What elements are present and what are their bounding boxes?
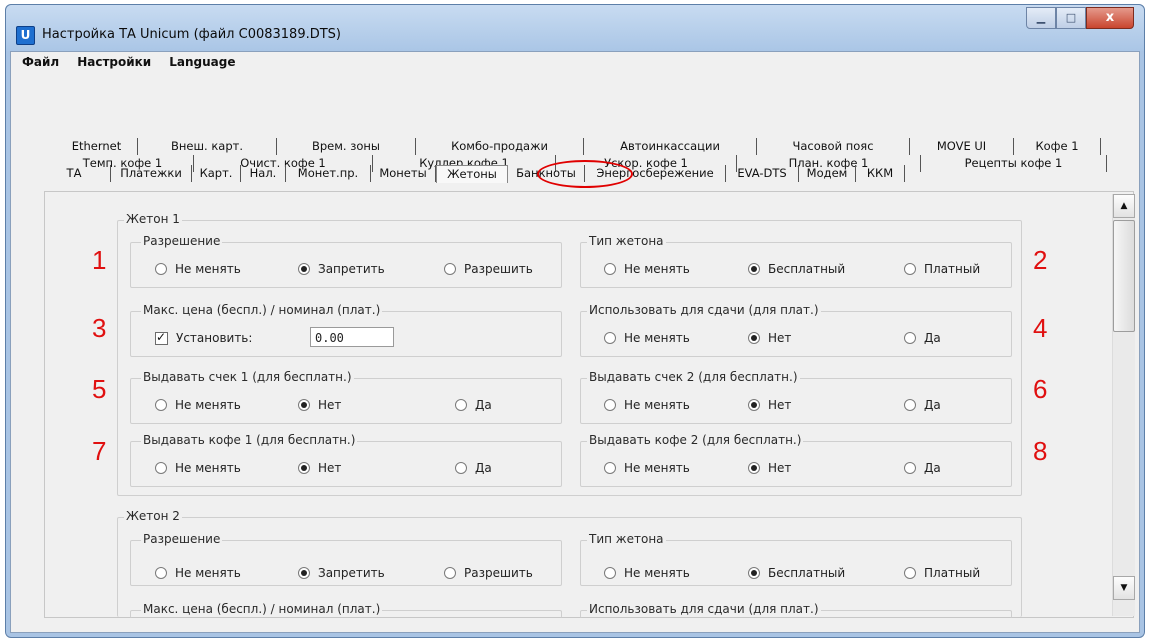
menu-settings[interactable]: Настройки bbox=[66, 52, 158, 74]
type-paid[interactable]: Платный bbox=[904, 262, 980, 276]
coffee2-yes[interactable]: Да bbox=[904, 461, 941, 475]
permission-deny[interactable]: Запретить bbox=[298, 262, 385, 276]
active-tab-highlight bbox=[537, 160, 633, 188]
scroll-down-button[interactable]: ▼ bbox=[1113, 576, 1135, 600]
tab-coffee-1[interactable]: Кофе 1 bbox=[1014, 138, 1101, 155]
annotation-5: 5 bbox=[92, 374, 107, 404]
jeton2-permission-allow[interactable]: Разрешить bbox=[444, 566, 533, 580]
tab-cards[interactable]: Карт. bbox=[192, 165, 241, 182]
permission-label: Разрешение bbox=[141, 234, 223, 248]
price-input[interactable]: 0.00 bbox=[310, 327, 394, 347]
change-no-change[interactable]: Не менять bbox=[604, 331, 690, 345]
window-title: Настройка ТА Unicum (файл C0083189.DTS) bbox=[42, 27, 342, 42]
coffee-1-label: Выдавать кофе 1 (для бесплатн.) bbox=[141, 433, 358, 447]
annotation-2: 2 bbox=[1033, 245, 1048, 275]
tab-ta[interactable]: ТА bbox=[38, 165, 111, 182]
check1-no-change[interactable]: Не менять bbox=[155, 398, 241, 412]
jeton2-max-price-label: Макс. цена (беспл.) / номинал (плат.) bbox=[141, 602, 383, 616]
max-price-label: Макс. цена (беспл.) / номинал (плат.) bbox=[141, 303, 383, 317]
scroll-thumb[interactable] bbox=[1113, 220, 1135, 332]
jeton-1-title: Жетон 1 bbox=[124, 212, 182, 226]
close-button[interactable]: x bbox=[1086, 7, 1134, 29]
check1-yes[interactable]: Да bbox=[455, 398, 492, 412]
jeton2-max-price-group: Макс. цена (беспл.) / номинал (плат.) bbox=[130, 602, 562, 618]
coffee1-yes[interactable]: Да bbox=[455, 461, 492, 475]
tab-ext-cards[interactable]: Внеш. карт. bbox=[138, 138, 277, 155]
coffee2-no-change[interactable]: Не менять bbox=[604, 461, 690, 475]
jeton2-type-free[interactable]: Бесплатный bbox=[748, 566, 845, 580]
tab-move-ui[interactable]: MOVE UI bbox=[910, 138, 1014, 155]
jeton2-permission-deny[interactable]: Запретить bbox=[298, 566, 385, 580]
vertical-scrollbar[interactable]: ▲ ▼ bbox=[1112, 194, 1135, 616]
jeton2-change-label: Использовать для сдачи (для плат.) bbox=[587, 602, 821, 616]
change-yes[interactable]: Да bbox=[904, 331, 941, 345]
permission-allow[interactable]: Разрешить bbox=[444, 262, 533, 276]
tab-timezone[interactable]: Часовой пояс bbox=[757, 138, 910, 155]
coffee2-no[interactable]: Нет bbox=[748, 461, 791, 475]
coffee1-no[interactable]: Нет bbox=[298, 461, 341, 475]
tab-modem[interactable]: Модем bbox=[799, 165, 856, 182]
token-type-label: Тип жетона bbox=[587, 234, 666, 248]
app-icon: U bbox=[16, 26, 35, 45]
check2-no[interactable]: Нет bbox=[748, 398, 791, 412]
tab-row-3: ТА Платежки Карт. Нал. Монет.пр. Монеты … bbox=[38, 165, 905, 183]
tab-tokens[interactable]: Жетоны bbox=[436, 165, 508, 183]
annotation-6: 6 bbox=[1033, 374, 1048, 404]
set-price-checkbox[interactable]: Установить: bbox=[155, 330, 252, 345]
tab-time-zones[interactable]: Врем. зоны bbox=[277, 138, 416, 155]
jeton2-change-group: Использовать для сдачи (для плат.) bbox=[580, 602, 1012, 618]
tab-kkm[interactable]: ККМ bbox=[856, 165, 905, 182]
type-no-change[interactable]: Не менять bbox=[604, 262, 690, 276]
coffee1-no-change[interactable]: Не менять bbox=[155, 461, 241, 475]
jeton2-type-label: Тип жетона bbox=[587, 532, 666, 546]
maximize-button[interactable]: □ bbox=[1056, 7, 1086, 29]
scroll-up-button[interactable]: ▲ bbox=[1113, 194, 1135, 218]
change-label: Использовать для сдачи (для плат.) bbox=[587, 303, 821, 317]
jeton-2-title: Жетон 2 bbox=[124, 509, 182, 523]
tab-coins[interactable]: Монеты bbox=[371, 165, 436, 182]
permission-no-change[interactable]: Не менять bbox=[155, 262, 241, 276]
tab-coin-acceptor[interactable]: Монет.пр. bbox=[286, 165, 371, 182]
annotation-4: 4 bbox=[1033, 313, 1048, 343]
check2-yes[interactable]: Да bbox=[904, 398, 941, 412]
jeton2-permission-label: Разрешение bbox=[141, 532, 223, 546]
menu-file[interactable]: Файл bbox=[11, 52, 66, 74]
type-free[interactable]: Бесплатный bbox=[748, 262, 845, 276]
annotation-8: 8 bbox=[1033, 436, 1048, 466]
annotation-3: 3 bbox=[92, 313, 107, 343]
tab-combo-sales[interactable]: Комбо-продажи bbox=[416, 138, 584, 155]
title-bar[interactable]: U Настройка ТА Unicum (файл C0083189.DTS… bbox=[6, 5, 1144, 51]
check1-no[interactable]: Нет bbox=[298, 398, 341, 412]
annotation-1: 1 bbox=[92, 245, 107, 275]
minimize-button[interactable]: ▁ bbox=[1026, 7, 1056, 29]
annotation-7: 7 bbox=[92, 436, 107, 466]
change-no[interactable]: Нет bbox=[748, 331, 791, 345]
tab-auto-collection[interactable]: Автоинкассации bbox=[584, 138, 757, 155]
check2-no-change[interactable]: Не менять bbox=[604, 398, 690, 412]
tab-payments[interactable]: Платежки bbox=[111, 165, 192, 182]
tab-row-1: Ethernet Внеш. карт. Врем. зоны Комбо-пр… bbox=[56, 138, 1101, 155]
coffee-2-label: Выдавать кофе 2 (для бесплатн.) bbox=[587, 433, 804, 447]
check-1-label: Выдавать счек 1 (для бесплатн.) bbox=[141, 370, 354, 384]
tab-eva-dts[interactable]: EVA-DTS bbox=[726, 165, 799, 182]
menu-bar: Файл Настройки Language bbox=[11, 52, 1139, 74]
check-2-label: Выдавать счек 2 (для бесплатн.) bbox=[587, 370, 800, 384]
jeton2-permission-no-change[interactable]: Не менять bbox=[155, 566, 241, 580]
jeton2-type-paid[interactable]: Платный bbox=[904, 566, 980, 580]
tab-recipes-coffee-1[interactable]: Рецепты кофе 1 bbox=[921, 155, 1107, 172]
tab-cash[interactable]: Нал. bbox=[241, 165, 286, 182]
jeton2-type-no-change[interactable]: Не менять bbox=[604, 566, 690, 580]
menu-language[interactable]: Language bbox=[158, 52, 242, 74]
tab-ethernet[interactable]: Ethernet bbox=[56, 138, 138, 155]
